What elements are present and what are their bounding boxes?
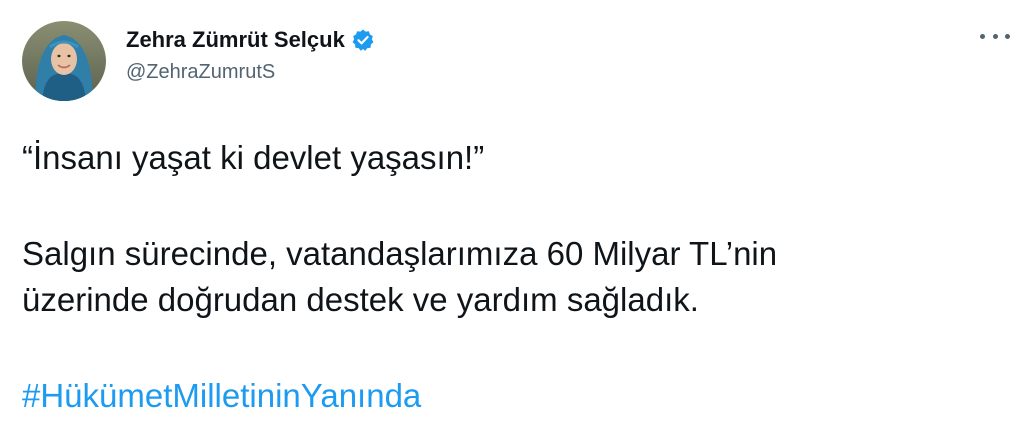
tweet-text-line: Salgın sürecinde, vatandaşlarımıza 60 Mi… <box>22 235 778 272</box>
more-dot-icon <box>980 33 985 39</box>
hashtag-link[interactable]: #HükümetMilletininYanında <box>22 373 421 419</box>
author-display-name[interactable]: Zehra Zümrüt Selçuk <box>126 27 345 53</box>
verified-badge-icon <box>351 28 375 52</box>
tweet-card: Zehra Zümrüt Selçuk @ZehraZumrutS “İnsan… <box>0 0 1033 434</box>
more-dot-icon <box>1005 33 1010 39</box>
more-options-icon[interactable] <box>980 24 1010 48</box>
author-name-row: Zehra Zümrüt Selçuk <box>126 25 375 55</box>
avatar[interactable] <box>22 21 106 101</box>
tweet-text-line: üzerinde doğrudan destek ve yardım sağla… <box>22 281 699 318</box>
avatar-image <box>22 21 106 101</box>
author-handle[interactable]: @ZehraZumrutS <box>126 61 275 84</box>
tweet-text-line: “İnsanı yaşat ki devlet yaşasın!” <box>22 139 485 176</box>
more-dot-icon <box>992 33 998 39</box>
